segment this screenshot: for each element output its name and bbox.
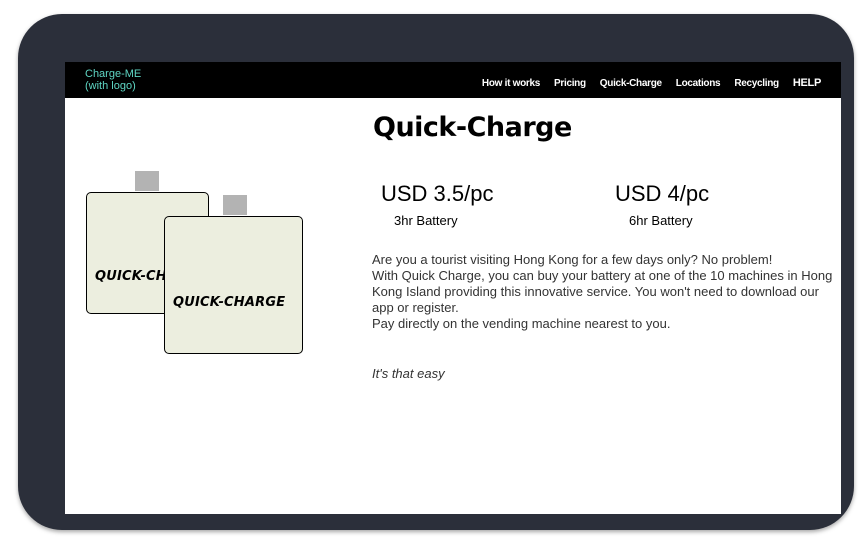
price-value: USD 4/pc — [615, 181, 710, 206]
device-frame: Charge-ME (with logo) How it works Prici… — [18, 14, 854, 530]
price-value: USD 3.5/pc — [381, 181, 494, 206]
navbar: Charge-ME (with logo) How it works Prici… — [65, 62, 841, 98]
battery-cap — [223, 195, 247, 215]
battery-cap — [135, 171, 159, 191]
description-line-3: Pay directly on the vending machine near… — [372, 316, 671, 331]
logo[interactable]: Charge-ME (with logo) — [85, 68, 141, 92]
nav-link-locations[interactable]: Locations — [676, 78, 721, 89]
price-option-6hr: USD 4/pc 6hr Battery — [615, 181, 815, 229]
battery-illustration-front: QUICK-CHARGE — [164, 195, 303, 354]
price-option-3hr: USD 3.5/pc 3hr Battery — [381, 181, 581, 229]
nav-link-recycling[interactable]: Recycling — [734, 78, 779, 89]
battery-type-label: 3hr Battery — [394, 213, 458, 228]
battery-brand-text: QUICK-CHARGE — [173, 295, 286, 310]
screen: Charge-ME (with logo) How it works Prici… — [65, 62, 841, 514]
description-line-2: With Quick Charge, you can buy your batt… — [372, 268, 833, 315]
logo-line-1: Charge-ME — [85, 68, 142, 80]
nav-link-how-it-works[interactable]: How it works — [482, 78, 540, 89]
battery-type-label: 6hr Battery — [629, 213, 693, 228]
nav-link-help[interactable]: HELP — [793, 77, 821, 89]
nav-link-quick-charge[interactable]: Quick-Charge — [600, 78, 662, 89]
logo-line-2: (with logo) — [85, 80, 136, 92]
tagline: It's that easy — [372, 366, 445, 381]
nav-link-pricing[interactable]: Pricing — [554, 78, 586, 89]
nav-links: How it works Pricing Quick-Charge Locati… — [482, 77, 821, 89]
description: Are you a tourist visiting Hong Kong for… — [372, 252, 834, 332]
page-title: Quick-Charge — [373, 112, 572, 143]
description-line-1: Are you a tourist visiting Hong Kong for… — [372, 252, 773, 267]
